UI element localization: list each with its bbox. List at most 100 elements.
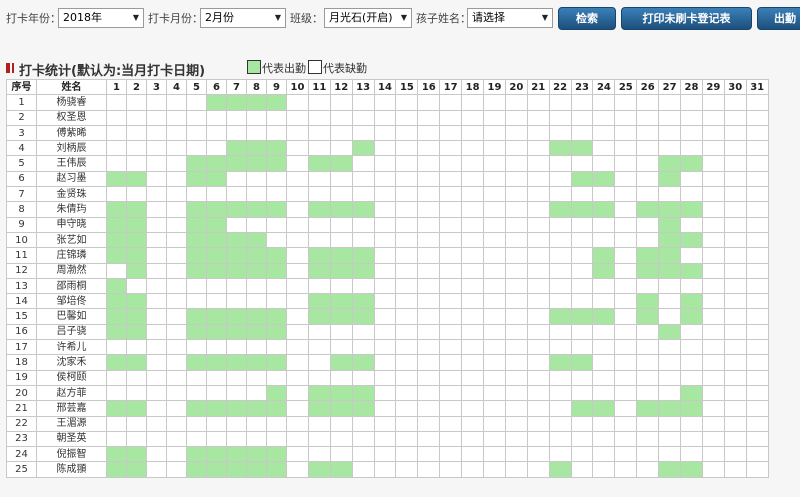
attendance-cell-absent bbox=[745, 384, 769, 402]
attendance-cell-absent bbox=[286, 400, 309, 417]
attendance-cell-absent bbox=[417, 323, 441, 341]
attendance-cell-absent bbox=[701, 308, 725, 325]
attendance-cell-absent bbox=[614, 216, 638, 233]
row-index: 7 bbox=[6, 186, 37, 203]
attendance-cell-present bbox=[307, 308, 331, 325]
row-index: 17 bbox=[6, 339, 37, 356]
attendance-cell-absent bbox=[636, 94, 660, 111]
attendance-cell-absent bbox=[614, 354, 638, 371]
attendance-cell-present bbox=[226, 461, 247, 478]
attendance-cell-absent bbox=[373, 415, 397, 432]
attendance-cell-present bbox=[106, 446, 127, 463]
attendance-cell-absent bbox=[439, 247, 463, 264]
month-select[interactable]: 2月份 ▼ bbox=[200, 8, 286, 28]
attendance-cell-present bbox=[126, 231, 147, 249]
attendance-cell-present bbox=[592, 170, 616, 188]
attendance-cell-absent bbox=[548, 170, 572, 188]
attendance-cell-absent bbox=[166, 231, 187, 249]
child-select[interactable]: 请选择 ▼ bbox=[467, 8, 553, 28]
attendance-cell-absent bbox=[395, 354, 419, 371]
attendance-cell-present bbox=[307, 384, 331, 402]
attendance-cell-present bbox=[592, 308, 616, 325]
attendance-cell-present bbox=[307, 461, 331, 478]
attendance-cell-present bbox=[266, 400, 287, 417]
attendance-cell-absent bbox=[417, 94, 441, 111]
header-day: 15 bbox=[395, 78, 419, 96]
attendance-cell-present bbox=[548, 201, 572, 218]
attendance-cell-present bbox=[246, 140, 267, 157]
attendance-cell-absent bbox=[548, 186, 572, 203]
attendance-cell-absent bbox=[226, 186, 247, 203]
attendance-cell-absent bbox=[266, 430, 287, 448]
attendance-cell-absent bbox=[373, 293, 397, 310]
attendance-cell-absent bbox=[570, 339, 594, 356]
year-select[interactable]: 2018年 ▼ bbox=[58, 8, 144, 28]
row-index: 16 bbox=[6, 323, 37, 341]
attendance-cell-present bbox=[307, 293, 331, 310]
attendance-cell-absent bbox=[636, 186, 660, 203]
attendance-cell-absent bbox=[504, 201, 528, 218]
attendance-cell-absent bbox=[570, 247, 594, 264]
attendance-cell-absent bbox=[307, 415, 331, 432]
row-index: 18 bbox=[6, 354, 37, 371]
attendance-cell-absent bbox=[701, 354, 725, 371]
attendance-cell-present bbox=[206, 400, 227, 417]
attendance-cell-absent bbox=[723, 323, 747, 341]
export-attendance-button[interactable]: 出勤 bbox=[757, 7, 800, 30]
attendance-cell-absent bbox=[166, 262, 187, 279]
attendance-cell-absent bbox=[373, 155, 397, 172]
attendance-cell-absent bbox=[723, 415, 747, 432]
attendance-cell-absent bbox=[592, 384, 616, 402]
attendance-cell-absent bbox=[146, 170, 167, 188]
attendance-cell-absent bbox=[373, 186, 397, 203]
attendance-cell-present bbox=[351, 384, 375, 402]
attendance-cell-absent bbox=[548, 446, 572, 463]
class-select[interactable]: 月光石(开启) ▼ bbox=[324, 8, 412, 28]
attendance-cell-present bbox=[307, 262, 331, 279]
attendance-cell-absent bbox=[166, 186, 187, 203]
student-name: 赵方菲 bbox=[36, 384, 107, 402]
attendance-cell-absent bbox=[146, 277, 167, 295]
attendance-cell-present bbox=[106, 400, 127, 417]
attendance-cell-absent bbox=[286, 277, 309, 295]
attendance-cell-absent bbox=[504, 170, 528, 188]
attendance-cell-absent bbox=[106, 109, 127, 126]
attendance-cell-absent bbox=[266, 277, 287, 295]
attendance-cell-absent bbox=[146, 124, 167, 142]
attendance-cell-absent bbox=[658, 277, 682, 295]
print-unswiped-button[interactable]: 打印未刷卡登记表 bbox=[621, 7, 752, 30]
attendance-cell-present bbox=[329, 155, 353, 172]
attendance-cell-absent bbox=[701, 369, 725, 386]
attendance-cell-absent bbox=[166, 170, 187, 188]
attendance-cell-absent bbox=[373, 323, 397, 341]
attendance-cell-present bbox=[186, 170, 207, 188]
attendance-cell-absent bbox=[483, 155, 506, 172]
attendance-cell-absent bbox=[614, 109, 638, 126]
attendance-cell-absent bbox=[461, 186, 485, 203]
attendance-cell-absent bbox=[526, 430, 550, 448]
attendance-cell-absent bbox=[417, 369, 441, 386]
attendance-cell-absent bbox=[483, 400, 506, 417]
attendance-cell-present bbox=[266, 384, 287, 402]
attendance-cell-absent bbox=[548, 94, 572, 111]
attendance-cell-absent bbox=[246, 293, 267, 310]
table-row: 14 邹培佟 bbox=[6, 293, 769, 310]
attendance-cell-absent bbox=[226, 430, 247, 448]
attendance-cell-present bbox=[126, 262, 147, 279]
attendance-cell-absent bbox=[680, 247, 703, 264]
attendance-cell-present bbox=[570, 201, 594, 218]
class-label: 班级： bbox=[290, 12, 323, 25]
attendance-cell-absent bbox=[548, 216, 572, 233]
attendance-cell-present bbox=[266, 354, 287, 371]
search-button[interactable]: 检索 bbox=[558, 7, 616, 30]
attendance-cell-present bbox=[658, 247, 682, 264]
attendance-cell-present bbox=[266, 323, 287, 341]
attendance-cell-absent bbox=[373, 262, 397, 279]
attendance-cell-present bbox=[246, 446, 267, 463]
attendance-cell-absent bbox=[745, 400, 769, 417]
attendance-cell-present bbox=[186, 323, 207, 341]
attendance-cell-present bbox=[266, 308, 287, 325]
attendance-cell-absent bbox=[526, 277, 550, 295]
attendance-cell-absent bbox=[166, 247, 187, 264]
attendance-cell-absent bbox=[351, 461, 375, 478]
